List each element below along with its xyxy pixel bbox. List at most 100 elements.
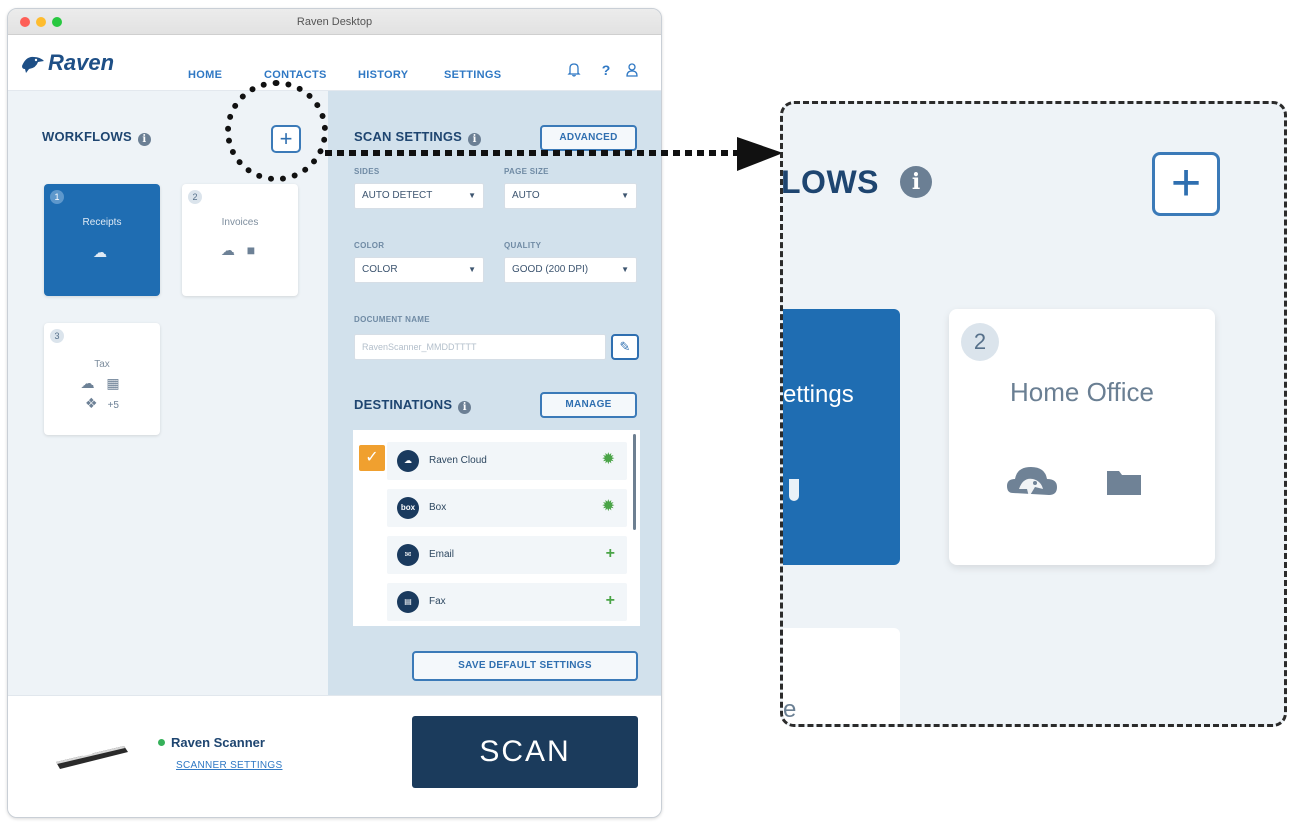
- app-window: Raven Desktop Raven HOME CONTACTS HISTOR…: [7, 8, 662, 818]
- dropbox-icon: ❖: [85, 395, 102, 411]
- nav-home[interactable]: HOME: [188, 69, 222, 81]
- folder-icon: [1107, 471, 1141, 495]
- bell-icon[interactable]: [566, 62, 582, 78]
- document-name-input[interactable]: RavenScanner_MMDDTTTT: [354, 334, 606, 360]
- scanner-device-image: [56, 746, 128, 769]
- workflows-heading: WORKFLOWS i: [42, 129, 151, 146]
- chevron-down-icon: ▼: [468, 191, 476, 200]
- document-name-label: DOCUMENT NAME: [354, 315, 430, 324]
- info-icon[interactable]: i: [900, 166, 932, 198]
- workflow-name: Home Office: [1009, 377, 1154, 407]
- raven-cloud-icon: [1007, 467, 1057, 497]
- destination-item-email[interactable]: ✉ Email +: [387, 536, 627, 574]
- zoomed-workflows-title: LOWS: [781, 164, 879, 200]
- add-icon[interactable]: +: [606, 592, 615, 610]
- save-default-settings-button[interactable]: SAVE DEFAULT SETTINGS: [412, 651, 638, 681]
- zoomed-add-workflow-button[interactable]: +: [1152, 152, 1220, 216]
- destinations-scrollbar[interactable]: [633, 434, 636, 530]
- quality-value: GOOD (200 DPI): [512, 264, 589, 275]
- edit-document-name-button[interactable]: ✎: [611, 334, 639, 360]
- window-title: Raven Desktop: [296, 16, 373, 28]
- workflow-number: 2: [188, 190, 202, 204]
- raven-cloud-icon: ☁: [397, 450, 419, 472]
- workflow-number: 1: [50, 190, 64, 204]
- zoomed-workflow-name-fragment: e: [783, 696, 797, 723]
- chevron-down-icon: ▼: [468, 265, 476, 274]
- page-size-value: AUTO: [512, 190, 540, 201]
- raven-logo[interactable]: Raven: [20, 49, 114, 77]
- workflow-number: 2: [961, 323, 999, 361]
- destination-name: Email: [429, 549, 455, 560]
- destination-item-box[interactable]: box Box ✹: [387, 489, 627, 527]
- scan-button[interactable]: SCAN: [412, 716, 638, 788]
- color-value: COLOR: [362, 264, 398, 275]
- workflows-title: WORKFLOWS: [42, 129, 132, 144]
- zoomed-workflow-card-home-office[interactable]: 2 Home Office: [949, 309, 1215, 565]
- box-icon: box: [397, 497, 419, 519]
- zoomed-active-workflow-card[interactable]: ettings: [783, 309, 900, 565]
- destination-name: Fax: [429, 596, 446, 607]
- add-icon[interactable]: +: [606, 545, 615, 563]
- gear-icon[interactable]: ✹: [602, 451, 615, 469]
- title-bar: Raven Desktop: [8, 9, 661, 35]
- quality-select[interactable]: GOOD (200 DPI) ▼: [504, 257, 637, 283]
- manage-destinations-button[interactable]: MANAGE: [540, 392, 637, 418]
- raven-cloud-icon: ☁: [80, 375, 99, 391]
- user-icon[interactable]: [624, 62, 640, 78]
- email-icon: ✉: [397, 544, 419, 566]
- raven-cloud-icon: [789, 479, 799, 501]
- zoomed-active-workflow-name: ettings: [783, 381, 854, 408]
- zoom-callout: LOWS i + ettings 2 Home Office e: [780, 101, 1287, 727]
- grid-icon: ▦: [106, 375, 124, 391]
- nav-history[interactable]: HISTORY: [358, 69, 408, 81]
- brand-name: Raven: [48, 50, 115, 75]
- scanner-status-indicator: [158, 739, 165, 746]
- nav-settings[interactable]: SETTINGS: [444, 69, 501, 81]
- chevron-down-icon: ▼: [621, 191, 629, 200]
- sides-select[interactable]: AUTO DETECT ▼: [354, 183, 484, 209]
- destinations-list: ✓ ☁ Raven Cloud ✹ box Box ✹ ✉ Email + ▤ …: [353, 430, 640, 626]
- sides-value: AUTO DETECT: [362, 190, 433, 201]
- scanner-settings-link[interactable]: SCANNER SETTINGS: [176, 760, 282, 771]
- page-size-select[interactable]: AUTO ▼: [504, 183, 637, 209]
- raven-cloud-icon: ☁: [220, 242, 239, 258]
- raven-logo-icon: [22, 56, 44, 73]
- fax-icon: ▤: [397, 591, 419, 613]
- help-icon[interactable]: ?: [598, 62, 614, 78]
- workflow-card-receipts[interactable]: 1 Receipts ☁: [44, 184, 160, 296]
- destinations-title: DESTINATIONS: [354, 397, 453, 412]
- workflow-card-tax[interactable]: 3 Tax ☁ ▦ ❖ +5: [44, 323, 160, 435]
- pencil-icon: ✎: [619, 339, 631, 354]
- workflow-name: Invoices: [221, 217, 259, 228]
- info-icon[interactable]: i: [458, 401, 472, 414]
- gear-icon[interactable]: ✹: [602, 498, 615, 516]
- highlight-circle: [225, 80, 328, 182]
- scanner-bar: Raven Scanner SCANNER SETTINGS SCAN: [8, 695, 661, 817]
- destination-item-raven-cloud[interactable]: ☁ Raven Cloud ✹: [387, 442, 627, 480]
- workflow-destination-icons: ☁ ■: [182, 242, 298, 259]
- color-select[interactable]: COLOR ▼: [354, 257, 484, 283]
- destination-name: Box: [429, 502, 447, 513]
- info-icon[interactable]: i: [137, 133, 151, 146]
- workflow-destination-icons: ☁ ▦: [44, 375, 160, 392]
- quality-label: QUALITY: [504, 241, 542, 250]
- workflow-card-invoices[interactable]: 2 Invoices ☁ ■: [182, 184, 298, 296]
- workflow-number: 3: [50, 329, 64, 343]
- top-navigation: Raven HOME CONTACTS HISTORY SETTINGS ?: [8, 35, 661, 91]
- chevron-down-icon: ▼: [621, 265, 629, 274]
- destination-item-fax[interactable]: ▤ Fax +: [387, 583, 627, 621]
- more-destinations-count: +5: [107, 400, 119, 411]
- callout-arrow: [325, 137, 783, 171]
- destinations-heading: DESTINATIONS i: [354, 397, 472, 414]
- workflow-name: Receipts: [82, 217, 122, 228]
- workflow-destination-icons: ☁: [44, 244, 160, 261]
- zoomed-workflow-card-partial[interactable]: e: [783, 628, 900, 724]
- raven-cloud-icon: ☁: [93, 244, 111, 260]
- color-label: COLOR: [354, 241, 385, 250]
- scanner-name: Raven Scanner: [171, 735, 265, 750]
- destination-checkbox-raven-cloud[interactable]: ✓: [359, 445, 385, 471]
- destination-name: Raven Cloud: [429, 455, 487, 466]
- folder-icon: ■: [246, 242, 260, 258]
- workflow-destination-icons-row-2: ❖ +5: [44, 395, 160, 412]
- workflow-name: Tax: [94, 359, 110, 370]
